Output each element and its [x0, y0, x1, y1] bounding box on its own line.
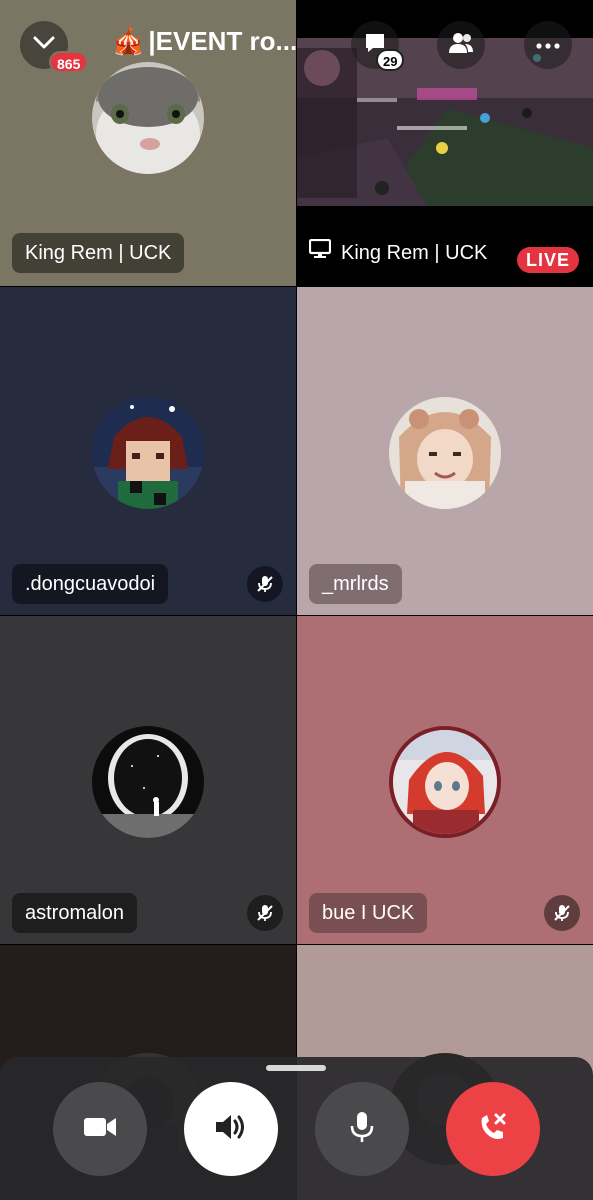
- user-avatar: [92, 726, 204, 838]
- user-avatar: [389, 397, 501, 509]
- monitor-icon: [308, 233, 332, 273]
- notification-badge: 865: [49, 51, 89, 73]
- participant-name: bue I UCK: [309, 893, 428, 933]
- participant-name: _mrlrds: [309, 564, 402, 604]
- channel-name: |EVENT ro...: [148, 26, 298, 56]
- muted-mic-icon: [247, 895, 283, 931]
- participant-tile[interactable]: _mrlrds: [297, 287, 593, 615]
- chat-count-badge: 29: [376, 49, 405, 71]
- more-dots-icon: [536, 36, 560, 54]
- call-controls: [0, 1057, 593, 1200]
- microphone-icon: [349, 1111, 375, 1148]
- members-icon: [447, 31, 475, 60]
- channel-emoji: 🎪: [112, 26, 145, 56]
- drag-handle[interactable]: [266, 1065, 326, 1071]
- muted-mic-icon: [544, 895, 580, 931]
- speaker-icon: [214, 1112, 248, 1147]
- user-avatar: [389, 726, 501, 838]
- call-header: 865 🎪 |EVENT ro... 29: [0, 0, 593, 90]
- video-camera-icon: [83, 1115, 117, 1144]
- chevron-down-icon: [33, 36, 55, 55]
- microphone-button[interactable]: [315, 1082, 409, 1176]
- members-button[interactable]: [437, 21, 485, 69]
- camera-button[interactable]: [53, 1082, 147, 1176]
- speaker-button[interactable]: [184, 1082, 278, 1176]
- participant-name: .dongcuavodoi: [12, 564, 169, 604]
- stream-label: King Rem | UCK: [308, 233, 488, 273]
- end-call-button[interactable]: [446, 1082, 540, 1176]
- live-badge: LIVE: [516, 247, 579, 273]
- participant-tile[interactable]: astromalon: [0, 616, 296, 944]
- muted-mic-icon: [247, 566, 283, 602]
- participant-name: astromalon: [12, 893, 137, 933]
- channel-title: 🎪 |EVENT ro...: [112, 26, 297, 57]
- participant-tile[interactable]: bue I UCK: [297, 616, 593, 944]
- disconnect-phone-icon: [476, 1110, 510, 1149]
- user-avatar: [92, 397, 204, 509]
- participant-name: King Rem | UCK: [12, 233, 185, 273]
- participant-tile[interactable]: .dongcuavodoi: [0, 287, 296, 615]
- voice-video-grid: King Rem | UCK King Rem | UCK LIVE .dong…: [0, 0, 593, 1200]
- streamer-name: King Rem | UCK: [341, 242, 488, 264]
- more-options-button[interactable]: [524, 21, 572, 69]
